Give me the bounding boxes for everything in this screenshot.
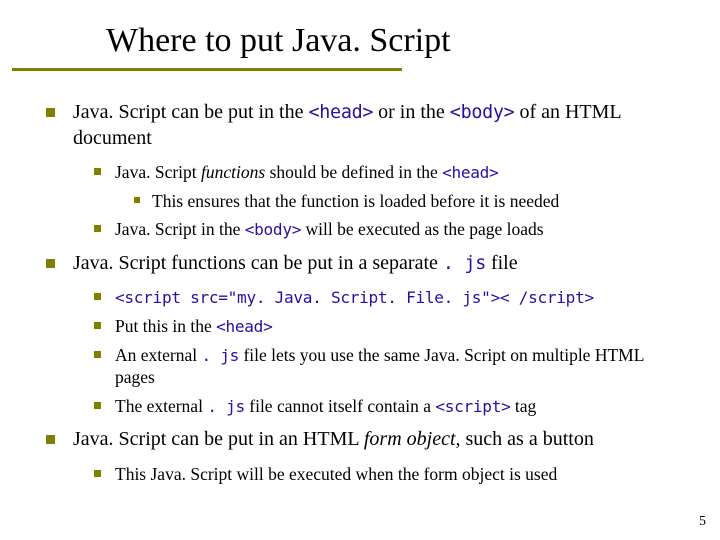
slide-title: Where to put Java. Script	[106, 22, 451, 60]
sublist: This Java. Script will be executed when …	[94, 463, 686, 485]
code-text: <body>	[245, 220, 301, 239]
bullet-icon	[94, 351, 101, 358]
bullet-icon	[94, 470, 101, 477]
bullet-text: <script src="my. Java. Script. File. js"…	[115, 286, 686, 309]
bullet-text: This Java. Script will be executed when …	[115, 463, 686, 485]
slide: Where to put Java. Script Java. Script c…	[0, 0, 720, 540]
bullet-text: Java. Script can be put in an HTML form …	[73, 427, 686, 453]
title-underline	[12, 68, 402, 71]
bullet-text: The external . js file cannot itself con…	[115, 395, 686, 418]
bullet-icon	[94, 322, 101, 329]
bullet-icon	[46, 259, 55, 268]
bullet-level2: Java. Script functions should be defined…	[94, 161, 686, 184]
bullet-text: This ensures that the function is loaded…	[152, 190, 686, 212]
bullet-level1: Java. Script can be put in the <head> or…	[46, 100, 686, 151]
code-text: . js	[443, 253, 486, 274]
bullet-text: Java. Script can be put in the <head> or…	[73, 100, 686, 151]
bullet-icon	[46, 108, 55, 117]
code-text: . js	[207, 397, 245, 416]
slide-body: Java. Script can be put in the <head> or…	[46, 100, 686, 491]
bullet-text: Java. Script in the <body> will be execu…	[115, 218, 686, 241]
bullet-level2: The external . js file cannot itself con…	[94, 395, 686, 418]
code-text: <head>	[309, 102, 374, 123]
bullet-level3: This ensures that the function is loaded…	[134, 190, 686, 212]
code-text: <body>	[450, 102, 515, 123]
bullet-level2: Put this in the <head>	[94, 315, 686, 338]
bullet-level2: An external . js file lets you use the s…	[94, 344, 686, 389]
sublist: <script src="my. Java. Script. File. js"…	[94, 286, 686, 417]
text: The external	[115, 396, 207, 416]
text: file cannot itself contain a	[245, 396, 435, 416]
code-text: <script src="my. Java. Script. File. js"…	[115, 288, 594, 307]
code-text: . js	[202, 346, 240, 365]
sublist: Java. Script functions should be defined…	[94, 161, 686, 241]
subsublist: This ensures that the function is loaded…	[134, 190, 686, 212]
code-text: <script>	[435, 397, 510, 416]
bullet-level1: Java. Script can be put in an HTML form …	[46, 427, 686, 453]
bullet-icon	[94, 225, 101, 232]
text: Java. Script can be put in the	[73, 101, 309, 123]
bullet-text: Put this in the <head>	[115, 315, 686, 338]
bullet-text: Java. Script functions can be put in a s…	[73, 251, 686, 277]
bullet-text: An external . js file lets you use the s…	[115, 344, 686, 389]
text: Java. Script	[115, 162, 201, 182]
bullet-icon	[134, 197, 140, 203]
italic-text: functions	[201, 162, 265, 182]
text: or in the	[373, 101, 450, 123]
bullet-text: Java. Script functions should be defined…	[115, 161, 686, 184]
bullet-icon	[94, 168, 101, 175]
italic-text: form object,	[364, 428, 461, 450]
text: An external	[115, 345, 202, 365]
text: Java. Script in the	[115, 219, 245, 239]
text: Java. Script functions can be put in a s…	[73, 252, 443, 274]
bullet-icon	[94, 402, 101, 409]
text: Put this in the	[115, 316, 216, 336]
bullet-level1: Java. Script functions can be put in a s…	[46, 251, 686, 277]
bullet-icon	[46, 435, 55, 444]
code-text: <head>	[216, 317, 272, 336]
page-number: 5	[699, 514, 706, 530]
text: file	[486, 252, 518, 274]
bullet-level2: This Java. Script will be executed when …	[94, 463, 686, 485]
bullet-level2: Java. Script in the <body> will be execu…	[94, 218, 686, 241]
text: Java. Script can be put in an HTML	[73, 428, 364, 450]
text: will be executed as the page loads	[301, 219, 543, 239]
text: should be defined in the	[265, 162, 442, 182]
text: tag	[510, 396, 536, 416]
bullet-icon	[94, 293, 101, 300]
bullet-level2: <script src="my. Java. Script. File. js"…	[94, 286, 686, 309]
text: such as a button	[461, 428, 594, 450]
code-text: <head>	[442, 163, 498, 182]
